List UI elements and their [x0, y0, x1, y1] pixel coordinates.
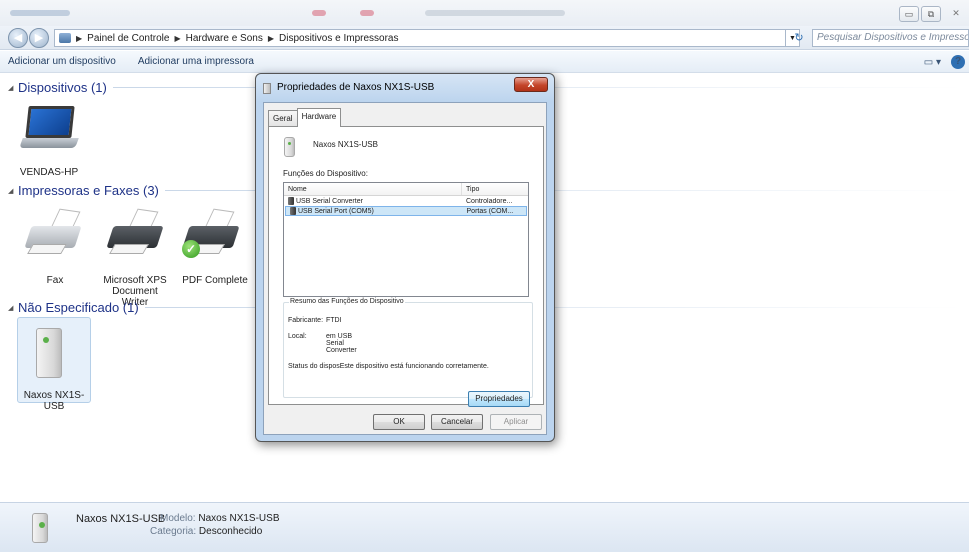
functions-label: Funções do Dispositivo: — [283, 169, 368, 178]
location-value: em USB Serial Converter — [326, 333, 357, 354]
dialog-client: Geral Hardware Naxos NX1S-USB Funções do… — [263, 102, 547, 435]
summary-group: Resumo das Funções do Dispositivo Fabric… — [283, 298, 533, 407]
refresh-icon[interactable]: ↻ — [790, 29, 808, 47]
list-header: Nome Tipo — [284, 183, 528, 196]
ok-button[interactable]: OK — [373, 414, 425, 430]
view-controls: ▭ ▾ ? — [924, 55, 965, 69]
printer-label: Fax — [46, 275, 64, 286]
device-label: Naxos NX1S-USB — [23, 390, 85, 412]
device-name: Naxos NX1S-USB — [313, 140, 378, 149]
usb-icon — [290, 207, 296, 215]
collapse-arrow-icon[interactable]: ◢ — [8, 304, 18, 312]
details-category-value: Desconhecido — [198, 526, 263, 537]
add-printer-button[interactable]: Adicionar uma impressora — [138, 56, 254, 67]
control-panel-icon — [59, 33, 71, 43]
device-item-vendas-hp[interactable]: VENDAS-HP — [16, 106, 82, 178]
details-model-key: Modelo: — [160, 513, 196, 524]
dialog-close-button[interactable]: X — [514, 77, 548, 92]
details-pane: Naxos NX1S-USB Modelo: Naxos NX1S-USB Ca… — [0, 502, 969, 552]
address-bar[interactable]: ▶ Painel de Controle ▶ Hardware e Sons ▶… — [54, 29, 786, 47]
close-button[interactable]: ✕ — [943, 6, 969, 22]
device-label: VENDAS-HP — [19, 167, 79, 178]
help-icon[interactable]: ? — [951, 55, 965, 69]
add-device-button[interactable]: Adicionar um dispositivo — [8, 56, 116, 67]
functions-list[interactable]: Nome Tipo USB Serial Converter Controlad… — [283, 182, 529, 297]
printer-icon — [106, 208, 166, 266]
device-item-naxos[interactable]: Naxos NX1S-USB — [17, 317, 91, 412]
breadcrumb-separator-icon[interactable]: ▶ — [268, 34, 274, 43]
printer-item-pdf-complete[interactable]: ✓ PDF Complete — [178, 208, 248, 290]
manufacturer-key: Fabricante: — [288, 317, 324, 324]
title-blur — [425, 10, 565, 16]
collapse-arrow-icon[interactable]: ◢ — [8, 187, 18, 195]
properties-button[interactable]: Propriedades — [468, 391, 530, 407]
dialog-title: Propriedades de Naxos NX1S-USB — [277, 82, 435, 93]
search-input[interactable]: Pesquisar Dispositivos e Impressoras — [812, 29, 969, 47]
window-controls: ▭ ⧉ ✕ — [899, 6, 969, 22]
group-title: Não Especificado (1) — [18, 300, 139, 315]
dialog-titlebar[interactable]: Propriedades de Naxos NX1S-USB X — [256, 74, 554, 102]
tab-hardware[interactable]: Hardware — [296, 108, 342, 127]
details-model-value: Naxos NX1S-USB — [198, 513, 280, 524]
device-icon — [284, 137, 295, 157]
cancel-button[interactable]: Cancelar — [431, 414, 483, 430]
breadcrumb-separator-icon[interactable]: ▶ — [76, 34, 82, 43]
command-bar: Adicionar um dispositivo Adicionar uma i… — [0, 51, 969, 73]
tower-icon — [36, 328, 62, 378]
back-button[interactable]: ◀ — [8, 28, 28, 48]
title-blur — [312, 10, 326, 16]
view-options-icon[interactable]: ▭ ▾ — [924, 57, 941, 68]
minimize-button[interactable]: ▭ — [899, 6, 919, 22]
tab-strip: Geral Hardware — [268, 108, 342, 127]
breadcrumb-control-panel[interactable]: Painel de Controle — [87, 33, 169, 44]
list-row[interactable]: USB Serial Converter Controladore... — [284, 196, 528, 206]
device-icon — [263, 83, 271, 94]
details-device-name: Naxos NX1S-USB — [76, 513, 166, 525]
list-row-selected[interactable]: USB Serial Port (COM5) Portas (COM... — [285, 206, 527, 216]
apply-button[interactable]: Aplicar — [490, 414, 542, 430]
tab-general[interactable]: Geral — [268, 110, 298, 126]
printer-item-fax[interactable]: Fax — [22, 208, 88, 290]
title-blur — [360, 10, 374, 16]
tower-icon — [32, 513, 48, 543]
row-type: Portas (COM... — [466, 207, 514, 215]
breadcrumb-devices-printers[interactable]: Dispositivos e Impressoras — [279, 33, 398, 44]
printer-label: PDF Complete — [182, 275, 248, 286]
hardware-panel: Naxos NX1S-USB Funções do Dispositivo: N… — [268, 126, 544, 407]
default-printer-check-icon: ✓ — [182, 240, 200, 258]
title-blur — [10, 10, 70, 16]
details-category-key: Categoria: — [150, 526, 197, 537]
location-key: Local: — [288, 333, 307, 340]
window-titlebar: ▭ ⧉ ✕ — [0, 0, 969, 26]
forward-button[interactable]: ▶ — [29, 28, 49, 48]
printer-item-xps[interactable]: Microsoft XPS Document Writer — [98, 208, 172, 308]
usb-icon — [288, 197, 294, 205]
group-title: Impressoras e Faxes (3) — [18, 183, 159, 198]
breadcrumb-separator-icon[interactable]: ▶ — [174, 34, 180, 43]
fax-icon — [24, 208, 84, 266]
printer-icon: ✓ — [182, 208, 242, 266]
group-title: Dispositivos (1) — [18, 80, 107, 95]
manufacturer-value: FTDI — [326, 317, 342, 324]
status-text: Status do disposEste dispositivo está fu… — [288, 363, 489, 370]
row-type: Controladore... — [466, 197, 513, 205]
maximize-button[interactable]: ⧉ — [921, 6, 941, 22]
row-name: USB Serial Converter — [296, 197, 363, 205]
address-row: ◀ ▶ ▶ Painel de Controle ▶ Hardware e So… — [0, 26, 969, 50]
collapse-arrow-icon[interactable]: ◢ — [8, 84, 18, 92]
properties-dialog: Propriedades de Naxos NX1S-USB X Geral H… — [255, 73, 555, 442]
column-header-name[interactable]: Nome — [284, 183, 462, 195]
summary-title: Resumo das Funções do Dispositivo — [289, 298, 405, 305]
row-name: USB Serial Port (COM5) — [298, 207, 374, 215]
laptop-icon — [19, 106, 79, 150]
breadcrumb-hardware-sound[interactable]: Hardware e Sons — [186, 33, 263, 44]
column-header-type[interactable]: Tipo — [462, 183, 528, 195]
